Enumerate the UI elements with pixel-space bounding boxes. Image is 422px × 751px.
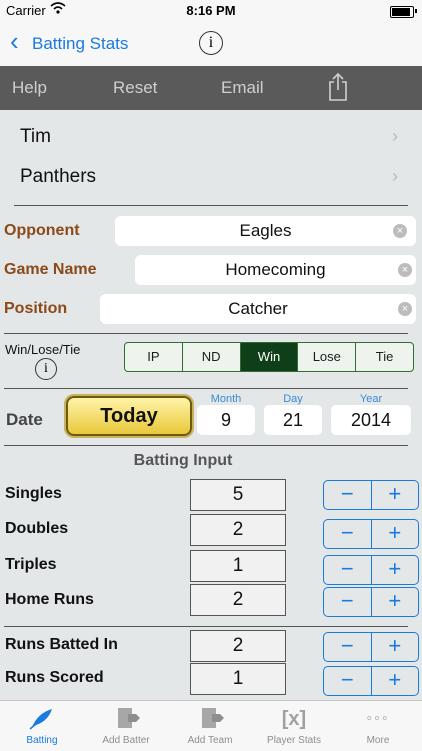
result-segmented-control[interactable]: IP ND Win Lose Tie <box>124 342 414 372</box>
navigation-bar: ‹ Batting Stats i <box>0 22 422 67</box>
divider <box>4 626 408 627</box>
chevron-right-icon[interactable]: › <box>392 126 398 147</box>
month-label: Month <box>210 393 242 405</box>
more-dots-icon: ◦◦◦ <box>366 710 390 727</box>
year-field[interactable]: 2014 <box>331 405 411 435</box>
day-label: Day <box>283 393 303 405</box>
chevron-right-icon[interactable]: › <box>392 166 398 187</box>
clear-icon[interactable]: × <box>393 224 407 238</box>
game-name-label: Game Name <box>4 261 97 278</box>
home-runs-label: Home Runs <box>5 591 94 608</box>
plus-icon[interactable]: + <box>372 667 419 695</box>
position-label: Position <box>4 300 68 317</box>
feather-pen-icon <box>28 707 56 731</box>
tab-label: Batting <box>26 735 58 746</box>
divider <box>4 445 408 446</box>
singles-label: Singles <box>5 485 62 502</box>
tab-more[interactable]: ◦◦◦ More <box>336 701 420 751</box>
clock: 8:16 PM <box>186 3 236 18</box>
clear-icon[interactable]: × <box>398 302 412 316</box>
rbi-label: Runs Batted In <box>5 636 118 653</box>
today-button[interactable]: Today <box>66 396 192 436</box>
triples-stepper[interactable]: − + <box>323 555 419 585</box>
plus-icon[interactable]: + <box>372 588 419 616</box>
tab-player-stats[interactable]: [x] Player Stats <box>252 701 336 751</box>
tab-label: Add Batter <box>102 735 150 746</box>
home-runs-stepper[interactable]: − + <box>323 587 419 617</box>
month-field[interactable]: 9 <box>197 405 255 435</box>
doubles-label: Doubles <box>5 520 69 537</box>
rbi-value: 2 <box>190 630 286 662</box>
help-button[interactable]: Help <box>12 78 47 98</box>
share-icon[interactable] <box>328 72 348 102</box>
back-chevron-icon[interactable]: ‹ <box>10 28 19 54</box>
game-name-field[interactable]: Homecoming <box>135 255 416 285</box>
doubles-stepper[interactable]: − + <box>323 519 419 549</box>
tab-add-batter[interactable]: Add Batter <box>84 701 168 751</box>
triples-value: 1 <box>190 550 286 582</box>
minus-icon[interactable]: − <box>324 520 372 548</box>
opponent-label: Opponent <box>4 222 80 239</box>
reset-button[interactable]: Reset <box>113 78 157 98</box>
minus-icon[interactable]: − <box>324 667 372 695</box>
clear-icon[interactable]: × <box>398 263 412 277</box>
add-document-icon <box>196 707 224 731</box>
tab-add-team[interactable]: Add Team <box>168 701 252 751</box>
tab-batting[interactable]: Batting <box>0 701 84 751</box>
segment-win[interactable]: Win <box>240 343 299 371</box>
singles-value: 5 <box>190 479 286 511</box>
battery-tip <box>415 9 417 13</box>
result-label: Win/Lose/Tie <box>5 342 81 357</box>
team-name[interactable]: Panthers <box>20 166 96 188</box>
segment-tie[interactable]: Tie <box>356 343 413 371</box>
divider <box>4 333 408 334</box>
plus-icon[interactable]: + <box>372 520 419 548</box>
day-field[interactable]: 21 <box>264 405 322 435</box>
divider <box>14 205 408 206</box>
singles-stepper[interactable]: − + <box>323 480 419 510</box>
toolbar: Help Reset Email <box>0 66 422 110</box>
stats-bracket-x-icon: [x] <box>281 708 307 730</box>
info-icon[interactable]: i <box>35 358 57 380</box>
date-label: Date <box>6 410 43 429</box>
tab-label: Add Team <box>187 735 233 746</box>
batting-input-title: Batting Input <box>133 452 233 469</box>
opponent-field[interactable]: Eagles <box>115 216 416 246</box>
runs-scored-value: 1 <box>190 663 286 695</box>
year-label: Year <box>359 393 383 405</box>
minus-icon[interactable]: − <box>324 588 372 616</box>
minus-icon[interactable]: − <box>324 633 372 661</box>
battery-icon <box>390 6 414 18</box>
plus-icon[interactable]: + <box>372 556 419 584</box>
divider <box>4 388 408 389</box>
segment-nd[interactable]: ND <box>183 343 241 371</box>
tab-label: Player Stats <box>267 735 321 746</box>
minus-icon[interactable]: − <box>324 481 372 509</box>
tab-label: More <box>366 735 390 746</box>
add-document-icon <box>112 707 140 731</box>
info-icon[interactable]: i <box>199 31 223 55</box>
segment-lose[interactable]: Lose <box>298 343 357 371</box>
runs-scored-label: Runs Scored <box>5 669 104 686</box>
back-button[interactable]: Batting Stats <box>32 34 128 54</box>
plus-icon[interactable]: + <box>372 481 419 509</box>
email-button[interactable]: Email <box>221 78 264 98</box>
status-bar: Carrier 8:16 PM <box>0 0 422 22</box>
tab-bar: Batting Add Batter Add Team [x] Player S… <box>0 700 422 751</box>
minus-icon[interactable]: − <box>324 556 372 584</box>
player-name[interactable]: Tim <box>20 126 51 148</box>
doubles-value: 2 <box>190 514 286 546</box>
home-runs-value: 2 <box>190 584 286 616</box>
plus-icon[interactable]: + <box>372 633 419 661</box>
segment-ip[interactable]: IP <box>125 343 183 371</box>
triples-label: Triples <box>5 556 57 573</box>
rbi-stepper[interactable]: − + <box>323 632 419 662</box>
runs-scored-stepper[interactable]: − + <box>323 666 419 696</box>
position-field[interactable]: Catcher <box>100 294 416 324</box>
